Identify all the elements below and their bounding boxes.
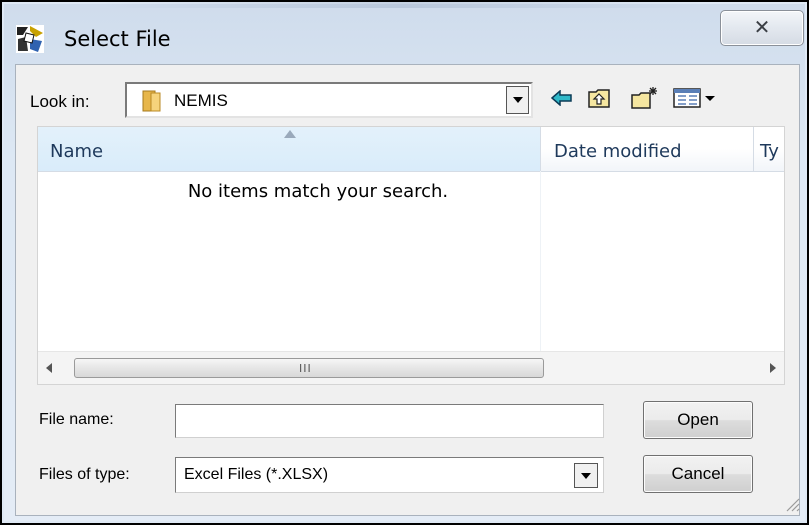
horizontal-scrollbar[interactable]: III — [38, 351, 784, 384]
column-header-date-modified[interactable]: Date modified — [554, 141, 682, 162]
chevron-down-icon — [581, 472, 591, 479]
sort-ascending-icon — [284, 130, 296, 138]
look-in-value: NEMIS — [174, 91, 228, 110]
column-header-name[interactable]: Name — [38, 127, 541, 171]
scrollbar-thumb[interactable]: III — [74, 358, 544, 378]
up-folder-icon — [588, 89, 610, 108]
dialog-frame: Select File ✕ Look in: NEMIS Name Date m… — [0, 0, 809, 525]
view-menu-button[interactable] — [670, 83, 726, 113]
column-header-type[interactable]: Ty — [753, 127, 784, 171]
look-in-label: Look in: — [30, 92, 90, 111]
title-bar[interactable]: Select File ✕ — [2, 2, 807, 58]
file-name-label: File name: — [39, 411, 114, 428]
create-new-folder-button[interactable] — [629, 83, 659, 113]
look-in-combobox[interactable]: NEMIS — [125, 82, 533, 118]
scrollbar-grip: III — [299, 362, 312, 375]
open-button[interactable]: Open — [643, 401, 753, 439]
look-in-dropdown-button[interactable] — [506, 86, 529, 114]
scroll-left-arrow-icon[interactable] — [44, 362, 54, 374]
empty-list-message: No items match your search. — [187, 181, 449, 202]
window-title: Select File — [64, 27, 171, 51]
resize-grip-icon[interactable] — [784, 496, 800, 512]
view-menu-icon — [673, 88, 715, 108]
column-name-label: Name — [50, 141, 104, 162]
cancel-button[interactable]: Cancel — [643, 455, 753, 493]
files-of-type-value: Excel Files (*.XLSX) — [184, 466, 329, 483]
files-of-type-combobox[interactable]: Excel Files (*.XLSX) — [175, 457, 604, 493]
new-folder-icon — [631, 87, 657, 109]
up-one-level-button[interactable] — [586, 83, 612, 113]
column-type-label: Ty — [760, 141, 779, 162]
back-button[interactable] — [550, 83, 574, 113]
back-arrow-icon — [551, 90, 572, 106]
close-icon: ✕ — [753, 15, 771, 39]
files-of-type-label: Files of type: — [39, 466, 130, 483]
app-icon — [16, 25, 44, 53]
folder-icon — [142, 90, 161, 112]
close-button[interactable]: ✕ — [720, 10, 804, 46]
file-name-input[interactable] — [175, 404, 604, 438]
chevron-down-icon — [512, 97, 523, 103]
scroll-right-arrow-icon[interactable] — [768, 362, 778, 374]
list-header: Name Date modified Ty — [38, 127, 784, 172]
files-of-type-dropdown-button[interactable] — [574, 463, 598, 488]
file-list[interactable]: Name Date modified Ty No items match you… — [37, 126, 785, 385]
